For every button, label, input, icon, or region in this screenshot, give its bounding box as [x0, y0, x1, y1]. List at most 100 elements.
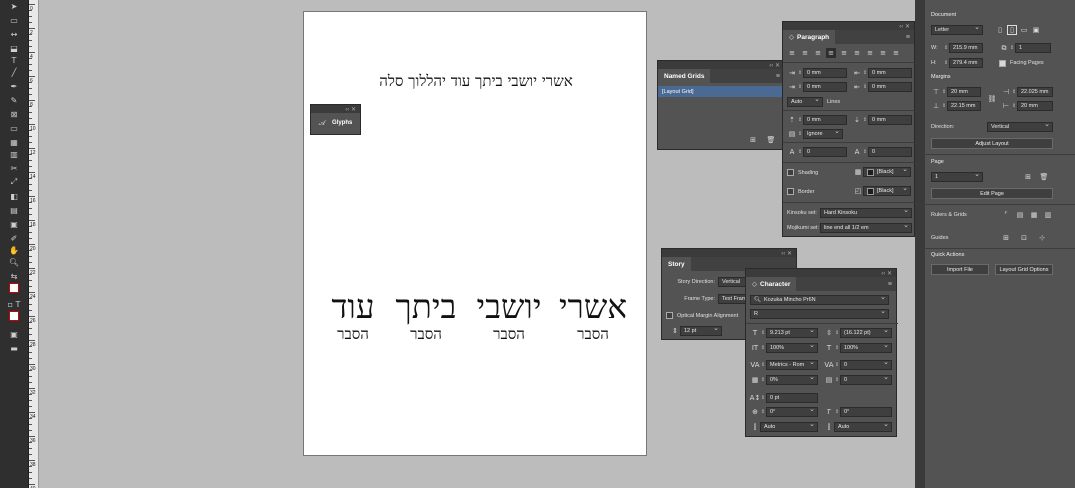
- preview-mode-icon[interactable]: ▬: [4, 342, 24, 354]
- page-tool-icon[interactable]: ▭: [4, 14, 24, 26]
- margin-inside-field[interactable]: 22.025 mm: [1017, 87, 1053, 97]
- page-select[interactable]: 1: [931, 172, 983, 182]
- last-line-field[interactable]: 0 mm: [868, 82, 912, 92]
- width-field[interactable]: 215.9 mm: [949, 43, 983, 53]
- aki-before-select[interactable]: Auto: [760, 422, 818, 432]
- fill-stroke-icon[interactable]: [4, 280, 24, 296]
- border-color-select[interactable]: [Black]: [863, 186, 911, 196]
- transform-tool-icon[interactable]: ⤢: [4, 176, 24, 188]
- tab-character[interactable]: ◇ Character: [746, 277, 797, 291]
- properties-panel[interactable]: Document Letter ▯ ▯ ▭ ▣ W: ⇕ 215.9 mm ⧉ …: [915, 0, 1075, 488]
- layout-grid-icon[interactable]: ▥: [1043, 210, 1053, 220]
- drop-cap-lines-field[interactable]: 0: [803, 147, 847, 157]
- pencil-tool-icon[interactable]: ✎: [4, 94, 24, 106]
- gradient-feather-icon[interactable]: ▤: [4, 204, 24, 216]
- pages-field[interactable]: 1: [1015, 43, 1051, 53]
- kinsoku-select[interactable]: Hard Kinsoku: [820, 208, 912, 218]
- leading-mode-select[interactable]: Auto: [787, 97, 823, 107]
- aki-after-select[interactable]: Auto: [834, 422, 892, 432]
- word-block-2[interactable]: יושבי הסבר: [468, 290, 550, 344]
- align-left-icon[interactable]: ≡: [787, 48, 797, 58]
- delete-page-icon[interactable]: 🗑︎: [1039, 172, 1049, 182]
- formatting-container-icon[interactable]: ▫ T: [4, 298, 24, 310]
- line-tool-icon[interactable]: ╱: [4, 66, 24, 78]
- lock-guides-icon[interactable]: ⊡: [1019, 233, 1029, 243]
- leading-field[interactable]: (16.122 pt): [840, 328, 892, 338]
- first-line-field[interactable]: 0 mm: [803, 82, 847, 92]
- align-right-icon[interactable]: ≡: [813, 48, 823, 58]
- glyphs-tab[interactable]: 𝒜 Glyphs: [311, 113, 360, 133]
- baseline-shift-field[interactable]: 0 pt: [766, 393, 818, 403]
- align-center-icon[interactable]: ≡: [800, 48, 810, 58]
- vertical-scale-field[interactable]: 100%: [766, 343, 818, 353]
- tracking-field[interactable]: 0: [840, 360, 892, 370]
- portrait-selected-icon[interactable]: ▯: [1007, 25, 1017, 35]
- delete-grid-icon[interactable]: 🗑︎: [766, 135, 776, 145]
- aki-field[interactable]: 0: [840, 375, 892, 385]
- justify-right-icon[interactable]: ≡: [852, 48, 862, 58]
- font-style-select[interactable]: R: [750, 309, 889, 319]
- named-grid-item[interactable]: [Layout Grid]: [658, 86, 784, 97]
- glyphs-panel[interactable]: ‹‹ ✕ 𝒜 Glyphs: [310, 104, 361, 135]
- shading-color-select[interactable]: [Black]: [863, 167, 911, 177]
- margin-outside-field[interactable]: 20 mm: [1017, 101, 1053, 111]
- show-guides-icon[interactable]: ⊞: [1001, 233, 1011, 243]
- border-checkbox[interactable]: [787, 188, 794, 195]
- justify-left-icon[interactable]: ≡: [826, 48, 836, 58]
- shading-checkbox[interactable]: [787, 169, 794, 176]
- paragraph-menu-icon[interactable]: ≡: [906, 34, 910, 41]
- margin-bottom-field[interactable]: 22.15 mm: [947, 101, 981, 111]
- tab-story[interactable]: Story: [662, 257, 691, 271]
- page-heading[interactable]: אשרי יושבי ביתך עוד יהללוך סלה: [304, 72, 648, 91]
- rectangle-frame-icon[interactable]: ⊠: [4, 108, 24, 120]
- paragraph-panel[interactable]: ‹‹ ✕ ◇ Paragraph ≡ ≡ ≡ ≡ ≡ ≡ ≡ ≡ ≡ ≡ ⇥ ⇕ …: [782, 21, 916, 237]
- align-grid-select[interactable]: Ignore: [803, 129, 843, 139]
- vertical-grid-icon[interactable]: ▥: [4, 148, 24, 160]
- tab-paragraph[interactable]: ◇ Paragraph: [783, 30, 836, 44]
- note-tool-icon[interactable]: ▣: [4, 218, 24, 230]
- align-spine-icon[interactable]: ≡: [878, 48, 888, 58]
- mojikumi-select[interactable]: line end all 1/2 em: [820, 223, 912, 233]
- portrait-icon[interactable]: ▯: [995, 25, 1005, 35]
- hand-tool-icon[interactable]: ✋: [4, 244, 24, 256]
- document-size-select[interactable]: Letter: [931, 25, 983, 35]
- new-grid-icon[interactable]: ⊞: [748, 135, 758, 145]
- edit-page-button[interactable]: Edit Page: [931, 188, 1053, 199]
- skew-field[interactable]: 0°: [840, 407, 892, 417]
- selection-tool-icon[interactable]: ➤: [4, 0, 24, 12]
- word-block-3[interactable]: ביתך הסבר: [391, 290, 461, 344]
- facing-pages-checkbox[interactable]: [999, 59, 1006, 67]
- baseline-grid-icon[interactable]: ▤: [1015, 210, 1025, 220]
- space-before-field[interactable]: 0 mm: [803, 115, 847, 125]
- edit-page-size-icon[interactable]: ▣: [1031, 25, 1041, 35]
- margin-top-field[interactable]: 20 mm: [947, 87, 981, 97]
- show-rulers-icon[interactable]: ⌜: [1001, 210, 1011, 220]
- import-file-button[interactable]: Import File: [931, 264, 989, 275]
- margin-link-icon[interactable]: ⛓: [987, 94, 997, 104]
- frame-grid-icon[interactable]: ▦: [4, 136, 24, 148]
- justify-all-icon[interactable]: ≡: [865, 48, 875, 58]
- direction-select[interactable]: Vertical: [987, 122, 1053, 132]
- eyedropper-tool-icon[interactable]: ✐: [4, 232, 24, 244]
- screen-mode-icon[interactable]: ▣: [4, 328, 24, 340]
- drop-cap-chars-field[interactable]: 0: [868, 147, 912, 157]
- optical-margin-checkbox[interactable]: [666, 312, 673, 319]
- scissors-tool-icon[interactable]: ✂: [4, 162, 24, 174]
- zoom-tool-icon[interactable]: 🔍︎: [4, 256, 24, 268]
- kerning-select[interactable]: Metrics - Rom: [766, 360, 818, 370]
- content-collector-icon[interactable]: ⬓: [4, 42, 24, 54]
- story-direction-select[interactable]: Vertical: [718, 277, 746, 287]
- border-settings-icon[interactable]: ◰: [853, 186, 863, 196]
- align-away-spine-icon[interactable]: ≡: [891, 48, 901, 58]
- word-block-4[interactable]: עוד הסבר: [326, 290, 380, 344]
- word-block-1[interactable]: אשרי הסבר: [557, 290, 629, 344]
- space-after-field[interactable]: 0 mm: [868, 115, 912, 125]
- landscape-icon[interactable]: ▭: [1019, 25, 1029, 35]
- rectangle-tool-icon[interactable]: ▭: [4, 122, 24, 134]
- tsume-field[interactable]: 0%: [766, 375, 818, 385]
- frame-type-select[interactable]: Text Fram: [718, 294, 746, 304]
- character-panel[interactable]: ‹‹ ✕ ◇ Character ≡ 🔍︎ Kozuka Mincho Pr6N…: [745, 268, 898, 437]
- horizontal-scale-field[interactable]: 100%: [840, 343, 892, 353]
- adjust-layout-button[interactable]: Adjust Layout: [931, 138, 1053, 149]
- apply-none-icon[interactable]: [4, 310, 24, 322]
